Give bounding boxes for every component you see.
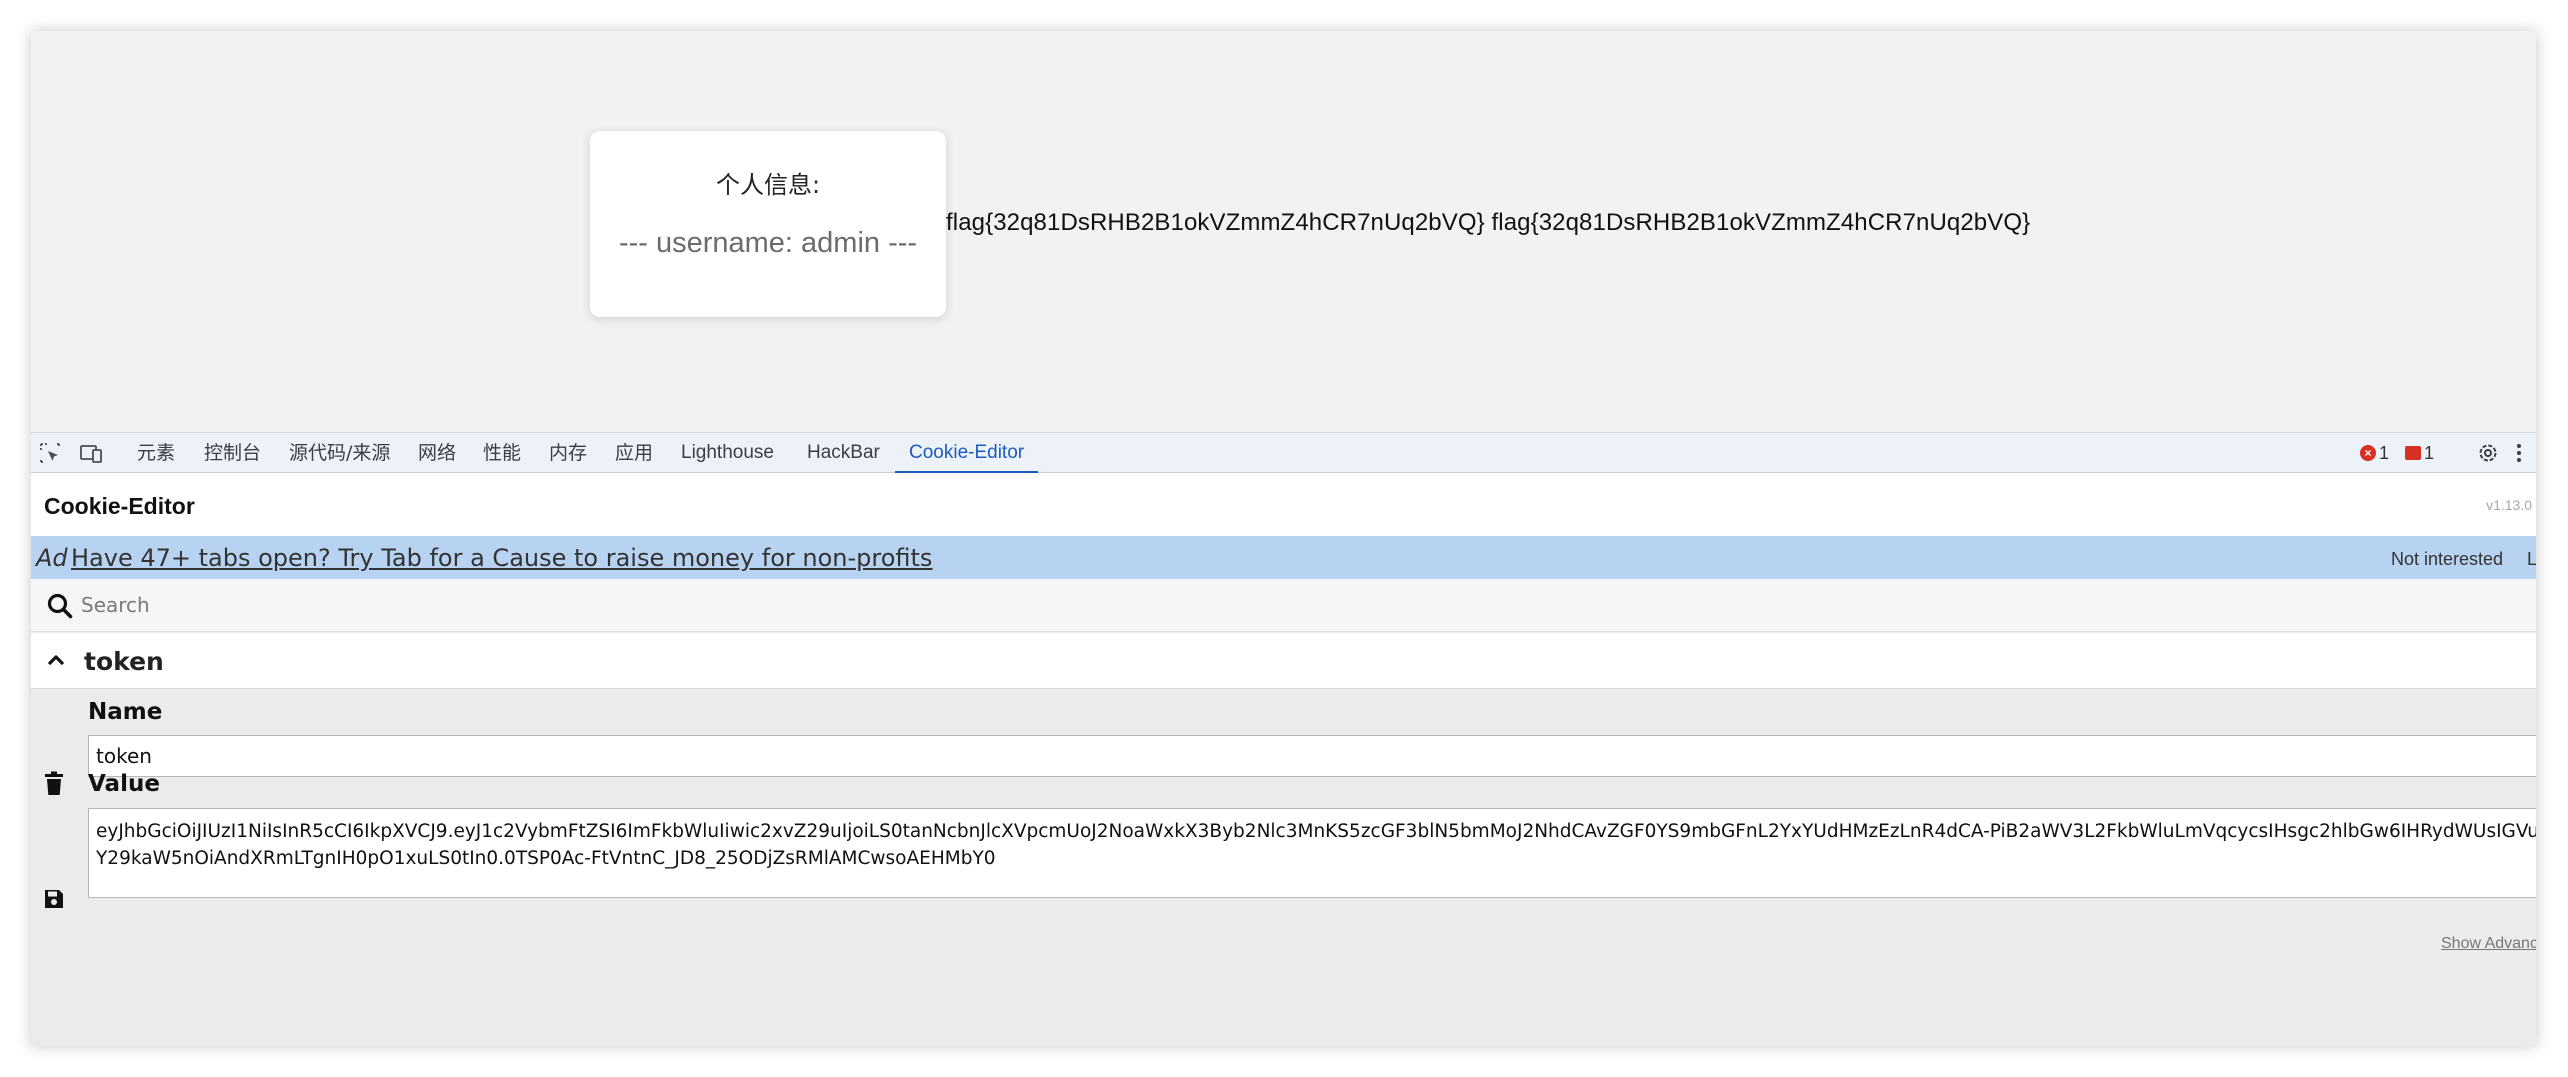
device-toolbar-icon[interactable]	[79, 441, 103, 465]
chevron-up-icon[interactable]	[47, 653, 65, 667]
profile-card-title: 个人信息:	[715, 171, 821, 199]
tab-elements[interactable]: 元素	[137, 433, 175, 473]
cookie-editor-title: Cookie-Editor	[44, 493, 195, 519]
cookie-editor-header: Cookie-Editor v1.13.0	[31, 473, 2536, 536]
tab-network[interactable]: 网络	[418, 433, 456, 473]
search-bar	[31, 579, 2536, 632]
tab-memory[interactable]: 内存	[549, 433, 587, 473]
tab-application[interactable]: 应用	[615, 433, 653, 473]
value-label: Value	[88, 771, 160, 797]
cookie-details: Name Value eyJhbGciOiJIUzI1NiIsInR5cCI6I…	[31, 689, 2536, 952]
search-icon	[47, 593, 73, 619]
issue-count: 1	[2424, 442, 2435, 463]
name-label: Name	[88, 699, 163, 725]
issue-counter[interactable]: 1	[2405, 443, 2434, 463]
devtools-tab-bar: 元素 控制台 源代码/来源 网络 性能 内存 应用 Lighthouse Hac…	[31, 432, 2536, 474]
search-input[interactable]	[81, 587, 2521, 623]
ad-dismiss-button[interactable]: Not interested	[2391, 549, 2503, 570]
ad-more-button[interactable]: L	[2527, 549, 2536, 570]
cookie-row-header[interactable]: token	[31, 633, 2536, 689]
cookie-name-heading: token	[84, 647, 164, 676]
ad-banner: Ad Have 47+ tabs open? Try Tab for a Cau…	[31, 536, 2536, 579]
ad-label: Ad	[36, 544, 68, 572]
tab-cookie-editor[interactable]: Cookie-Editor	[894, 433, 1039, 474]
error-icon: ×	[2360, 445, 2376, 461]
cookie-name-field[interactable]	[88, 735, 2536, 777]
browser-window: 个人信息: --- username: admin --- flag{32q81…	[31, 31, 2536, 1046]
tab-lighthouse[interactable]: Lighthouse	[681, 433, 774, 473]
page-viewport: 个人信息: --- username: admin --- flag{32q81…	[31, 31, 2536, 432]
flag-text: flag{32q81DsRHB2B1okVZmmZ4hCR7nUq2bVQ} f…	[946, 209, 2031, 236]
show-advanced-link[interactable]: Show Advanced	[2441, 935, 2536, 953]
profile-card: 个人信息: --- username: admin ---	[590, 131, 946, 317]
ad-link[interactable]: Have 47+ tabs open? Try Tab for a Cause …	[71, 544, 932, 572]
cookie-value-field[interactable]: eyJhbGciOiJIUzI1NiIsInR5cCI6IkpXVCJ9.eyJ…	[88, 808, 2536, 898]
tab-console[interactable]: 控制台	[204, 433, 261, 473]
settings-icon[interactable]	[2476, 441, 2500, 465]
trash-icon[interactable]	[43, 771, 65, 797]
more-options-icon[interactable]	[2507, 441, 2531, 465]
error-count: 1	[2379, 442, 2390, 463]
issue-icon	[2405, 446, 2421, 460]
error-counter[interactable]: × 1	[2360, 443, 2389, 463]
username-line: --- username: admin ---	[618, 227, 918, 259]
cookie-editor-version: v1.13.0	[2486, 497, 2532, 513]
inspect-element-icon[interactable]	[38, 441, 62, 465]
tab-hackbar[interactable]: HackBar	[807, 433, 880, 473]
save-icon[interactable]	[44, 889, 64, 909]
tab-sources[interactable]: 源代码/来源	[289, 433, 390, 473]
tab-performance[interactable]: 性能	[483, 433, 521, 473]
